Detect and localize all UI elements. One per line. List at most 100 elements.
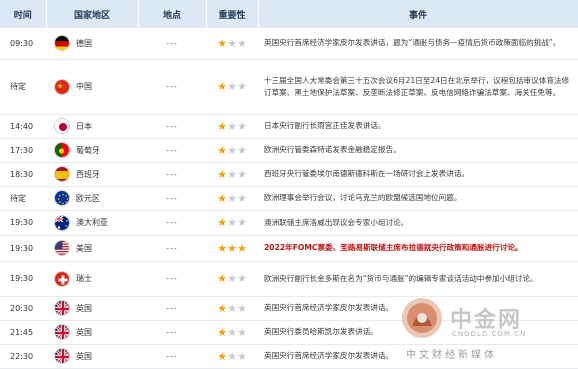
star-filled-icon: ★ xyxy=(217,325,228,339)
row-time: 18:30 xyxy=(0,162,46,187)
row-country: 德国 xyxy=(46,28,138,60)
star-filled-icon: ★ xyxy=(236,241,247,255)
country-name: 西班牙 xyxy=(76,169,100,179)
country-name: 英国 xyxy=(76,351,92,361)
flag-portugal-icon xyxy=(54,142,70,158)
economic-calendar-table: 时间 国家地区 地点 重要性 事件 09:30 德国 --- ★★★ 英国央行首… xyxy=(0,0,578,369)
star-empty-icon: ★ xyxy=(236,36,247,50)
row-event: 英国央行委员哈斯凯尔发表讲话。 xyxy=(258,320,578,345)
row-event: 西班牙央行管委埃尔南德斯德科斯在一场研讨会上发表讲话。 xyxy=(258,162,578,187)
star-empty-icon: ★ xyxy=(227,143,237,157)
star-empty-icon: ★ xyxy=(236,301,247,315)
star-empty-icon: ★ xyxy=(227,191,237,205)
row-importance: ★★★ xyxy=(206,28,258,60)
row-event: 欧洲央行管委森特诺发表金融稳定报告。 xyxy=(258,138,578,163)
country-cell: 日本 xyxy=(54,118,137,134)
country-name: 瑞士 xyxy=(76,274,92,283)
row-importance: ★★★ xyxy=(206,261,258,297)
country-name: 欧元区 xyxy=(76,193,100,203)
row-time: 待定 xyxy=(0,59,46,115)
event-text: 西班牙央行管委埃尔南德斯德科斯在一场研讨会上发表讲话。 xyxy=(264,169,470,178)
row-importance: ★★★ xyxy=(206,186,258,211)
country-cell: 葡萄牙 xyxy=(54,142,137,158)
place-value: --- xyxy=(166,274,178,283)
row-place: --- xyxy=(138,344,206,369)
country-name: 中国 xyxy=(76,82,92,91)
event-text: 英国央行首席经济学家皮尔发表讲话，题为“通胀与债务—疫情后货币政策面临的挑战”。 xyxy=(264,38,561,48)
row-importance: ★★★ xyxy=(206,320,258,345)
row-country: 英国 xyxy=(46,320,138,345)
country-name: 澳大利亚 xyxy=(76,218,108,227)
star-filled-icon: ★ xyxy=(217,241,228,255)
row-place: --- xyxy=(138,59,206,115)
row-time: 20:30 xyxy=(0,296,46,321)
star-empty-icon: ★ xyxy=(227,325,237,339)
row-time: 19:30 xyxy=(0,210,46,236)
row-importance: ★★★ xyxy=(206,344,258,369)
header-time: 时间 xyxy=(0,0,47,28)
star-empty-icon: ★ xyxy=(236,325,247,339)
row-event: 英国央行首席经济学家皮尔发表讲话。 xyxy=(258,344,578,369)
row-time: 17:30 xyxy=(0,138,46,163)
country-name: 美国 xyxy=(76,243,92,253)
table-body: 09:30 德国 --- ★★★ 英国央行首席经济学家皮尔发表讲话，题为“通胀与… xyxy=(0,28,578,369)
row-event: 2022年FOMC票委、圣路易斯联储主席布拉德就央行政策和通胀进行讨论。 xyxy=(258,235,578,262)
place-value: --- xyxy=(166,38,178,48)
flag-spain-icon xyxy=(54,166,70,182)
row-importance: ★★★ xyxy=(206,162,258,187)
place-value: --- xyxy=(166,243,178,253)
star-empty-icon: ★ xyxy=(236,143,247,157)
event-text: 十三届全国人大常委会第三十五次会议6月21日至24日在北京举行，议程包括审议体育… xyxy=(264,75,570,97)
star-empty-icon: ★ xyxy=(227,349,237,363)
country-cell: 英国 xyxy=(54,300,137,316)
header-country: 国家地区 xyxy=(46,0,139,28)
row-place: --- xyxy=(138,320,206,345)
row-importance: ★★★ xyxy=(206,210,258,236)
star-filled-icon: ★ xyxy=(217,216,228,229)
importance-stars: ★★★ xyxy=(217,80,247,93)
country-cell: 西班牙 xyxy=(54,166,137,182)
star-empty-icon: ★ xyxy=(227,119,237,133)
header-importance: 重要性 xyxy=(206,0,259,28)
star-empty-icon: ★ xyxy=(227,167,237,181)
row-place: --- xyxy=(138,296,206,321)
table-row: 19:30 美国 --- ★★★ 2022年FOMC票委、圣路易斯联储主席布拉德… xyxy=(0,235,578,262)
row-place: --- xyxy=(138,261,206,297)
flag-uk-icon xyxy=(54,348,70,364)
star-filled-icon: ★ xyxy=(217,80,228,93)
row-time: 19:30 xyxy=(0,261,46,297)
importance-stars: ★★★ xyxy=(217,167,247,181)
country-cell: 瑞士 xyxy=(54,270,137,287)
star-filled-icon: ★ xyxy=(217,36,228,50)
row-event: 英国央行首席经济学家皮尔发表讲话。 xyxy=(258,296,578,321)
flag-uk-icon xyxy=(54,300,70,316)
star-empty-icon: ★ xyxy=(236,272,247,285)
row-country: 中国 xyxy=(46,59,138,115)
table-header-row: 时间 国家地区 地点 重要性 事件 xyxy=(0,0,578,28)
country-cell: 英国 xyxy=(54,324,137,340)
star-empty-icon: ★ xyxy=(227,216,237,229)
row-time: 待定 xyxy=(0,186,46,211)
table-row: 18:30 西班牙 --- ★★★ 西班牙央行管委埃尔南德斯德科斯在一场研讨会上… xyxy=(0,162,578,187)
flag-eu-icon xyxy=(54,190,70,206)
place-value: --- xyxy=(166,218,178,227)
star-filled-icon: ★ xyxy=(217,349,228,363)
row-time: 19:30 xyxy=(0,235,46,262)
table-row: 20:30 英国 --- ★★★ 英国央行首席经济学家皮尔发表讲话。 xyxy=(0,296,578,321)
row-time: 14:40 xyxy=(0,114,46,139)
place-value: --- xyxy=(166,193,178,203)
country-cell: 德国 xyxy=(54,35,137,52)
row-country: 瑞士 xyxy=(46,261,138,297)
place-value: --- xyxy=(166,327,178,337)
country-cell: 欧元区 xyxy=(54,190,137,206)
table-row: 14:40 日本 --- ★★★ 日本央行副行长雨宫正佳发表讲话。 xyxy=(0,114,578,139)
row-time: 22:30 xyxy=(0,344,46,369)
star-empty-icon: ★ xyxy=(236,349,247,363)
flag-switzerland-icon xyxy=(54,270,70,287)
row-country: 日本 xyxy=(46,114,138,139)
star-filled-icon: ★ xyxy=(217,191,228,205)
event-text: 日本央行副行长雨宫正佳发表讲话。 xyxy=(264,121,386,130)
country-name: 德国 xyxy=(76,38,92,48)
row-country: 美国 xyxy=(46,235,138,262)
row-time: 21:45 xyxy=(0,320,46,345)
